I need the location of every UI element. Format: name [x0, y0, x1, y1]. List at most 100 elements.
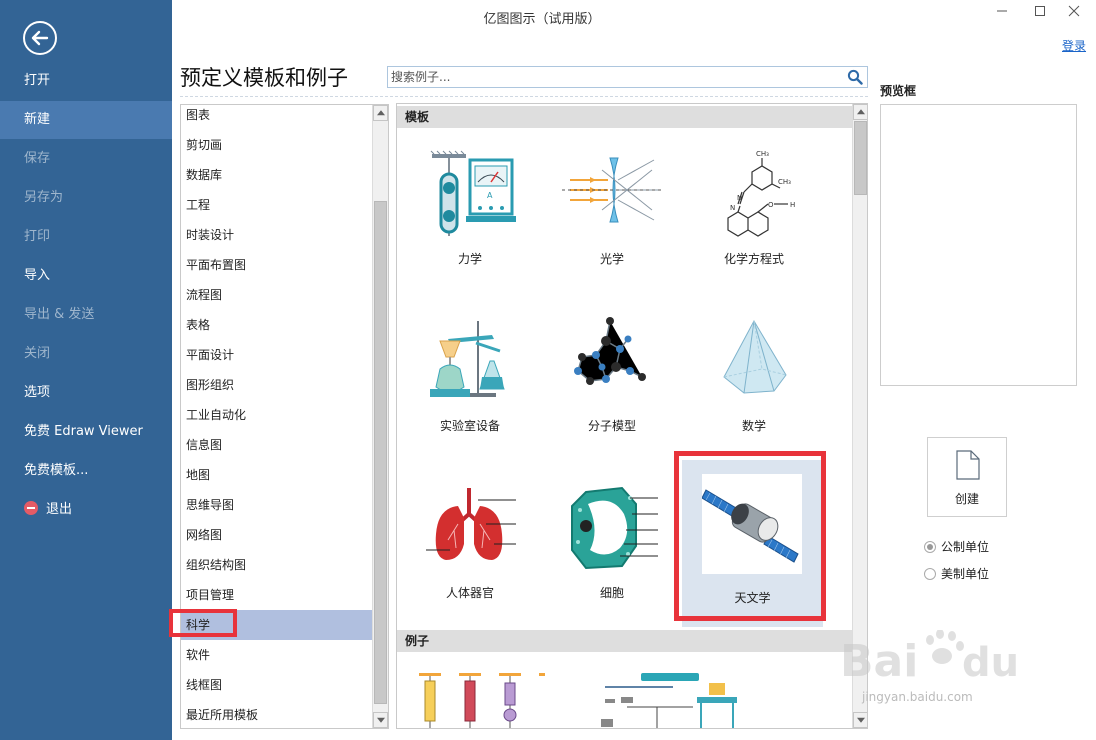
unit-metric-radio[interactable]: 公制单位 — [924, 538, 989, 555]
radio-label: 美制单位 — [941, 567, 990, 581]
template-tile-chemical-equation[interactable]: CH₃ CH₃ N N O H 化学方程式 — [689, 144, 819, 294]
scroll-up-arrow-icon[interactable] — [373, 105, 388, 121]
watermark-url: jingyan.baidu.com — [862, 690, 973, 704]
category-item[interactable]: 工业自动化 — [181, 400, 372, 430]
category-item[interactable]: 信息图 — [181, 430, 372, 460]
category-item[interactable]: 流程图 — [181, 280, 372, 310]
template-label: 细胞 — [599, 586, 624, 600]
scroll-thumb[interactable] — [854, 121, 867, 195]
template-tile-optics[interactable]: 光学 — [547, 144, 677, 294]
scroll-down-arrow-icon[interactable] — [853, 712, 867, 728]
page-title: 预定义模板和例子 — [180, 66, 348, 90]
category-item[interactable]: 最近所用模板 — [181, 700, 372, 728]
category-item[interactable]: 图表 — [181, 105, 372, 130]
preview-box — [880, 104, 1077, 386]
nav-print[interactable]: 打印 — [0, 218, 172, 256]
create-button[interactable]: 创建 — [927, 437, 1007, 517]
scroll-thumb[interactable] — [374, 201, 387, 704]
category-item[interactable]: 组织结构图 — [181, 550, 372, 580]
close-window-button[interactable] — [1062, 4, 1086, 24]
minimize-icon — [997, 10, 1007, 12]
search-icon[interactable] — [847, 69, 863, 85]
unit-us-radio[interactable]: 美制单位 — [924, 565, 989, 582]
svg-text:H: H — [790, 201, 795, 209]
nav-free-templates[interactable]: 免费模板... — [0, 452, 172, 490]
molecular-model-icon — [574, 317, 646, 385]
nav-exit[interactable]: 退出 — [0, 491, 172, 529]
category-item[interactable]: 工程 — [181, 190, 372, 220]
nav-save-as[interactable]: 另存为 — [0, 179, 172, 217]
window-title: 亿图图示（试用版） — [483, 12, 601, 27]
template-tile-lab-equipment[interactable]: 实验室设备 — [405, 311, 535, 461]
back-arrow-icon — [31, 30, 49, 46]
svg-text:Bai: Bai — [840, 636, 918, 687]
category-item[interactable]: 线框图 — [181, 670, 372, 700]
maximize-button[interactable] — [1028, 4, 1052, 24]
category-scrollbar[interactable] — [372, 105, 388, 728]
category-item[interactable]: 数据库 — [181, 160, 372, 190]
nav-free-viewer[interactable]: 免费 Edraw Viewer — [0, 413, 172, 451]
template-label: 光学 — [599, 252, 624, 266]
nav-import[interactable]: 导入 — [0, 257, 172, 295]
category-item[interactable]: 平面设计 — [181, 340, 372, 370]
template-label: 化学方程式 — [723, 252, 784, 266]
baidu-watermark-logo: Bai du — [840, 630, 1019, 687]
scroll-down-arrow-icon[interactable] — [373, 712, 388, 728]
category-item[interactable]: 思维导图 — [181, 490, 372, 520]
category-item[interactable]: 表格 — [181, 310, 372, 340]
divider — [180, 96, 868, 97]
nav-open[interactable]: 打开 — [0, 62, 172, 100]
back-button[interactable] — [23, 21, 57, 55]
category-item[interactable]: 地图 — [181, 460, 372, 490]
radio-unselected-icon — [924, 568, 936, 580]
template-label: 人体器官 — [445, 586, 494, 600]
svg-text:O: O — [768, 201, 774, 209]
highlight-box-category — [169, 609, 237, 637]
minimize-button[interactable] — [990, 4, 1014, 24]
radio-selected-icon — [924, 541, 936, 553]
template-tile-mechanics[interactable]: A 力学 — [405, 144, 535, 294]
chemical-structure-icon: CH₃ CH₃ N N O H — [727, 150, 795, 237]
template-label: 实验室设备 — [439, 419, 500, 433]
svg-text:du: du — [962, 640, 1019, 686]
nav-save[interactable]: 保存 — [0, 140, 172, 178]
template-tile-cell[interactable]: 细胞 — [547, 478, 677, 628]
category-item[interactable]: 时装设计 — [181, 220, 372, 250]
optics-icon — [562, 157, 662, 223]
svg-text:A: A — [487, 191, 493, 200]
login-link[interactable]: 登录 — [1062, 37, 1086, 54]
lab-equipment-icon — [430, 321, 505, 397]
template-tile-human-organs[interactable]: 人体器官 — [405, 478, 535, 628]
template-tile-molecular-model[interactable]: 分子模型 — [547, 311, 677, 461]
category-item[interactable]: 项目管理 — [181, 580, 372, 610]
svg-text:N: N — [737, 194, 742, 202]
search-box — [387, 66, 868, 88]
search-input[interactable] — [388, 67, 828, 87]
preview-label: 预览框 — [880, 84, 917, 98]
svg-text:CH₃: CH₃ — [778, 178, 791, 186]
template-gallery: 模板 A 力学 光学 CH₃ CH₃ N N O H 化学方程式 实验室设备 分… — [396, 103, 868, 729]
category-item[interactable]: 剪切画 — [181, 130, 372, 160]
nav-options[interactable]: 选项 — [0, 374, 172, 412]
template-label: 分子模型 — [587, 419, 636, 433]
category-item[interactable]: 图形组织 — [181, 370, 372, 400]
svg-text:CH₃: CH₃ — [756, 150, 769, 158]
mechanics-icon: A — [430, 150, 516, 236]
lungs-icon — [426, 488, 516, 560]
exit-icon — [24, 501, 38, 515]
app-window: 打开 新建 保存 另存为 打印 导入 导出 & 发送 关闭 选项 免费 Edra… — [0, 0, 1096, 740]
nav-export-send[interactable]: 导出 & 发送 — [0, 296, 172, 334]
template-tile-math[interactable]: 数学 — [689, 311, 819, 461]
maximize-icon — [1035, 6, 1045, 16]
scroll-up-arrow-icon[interactable] — [853, 104, 867, 120]
nav-exit-label: 退出 — [46, 502, 73, 517]
category-item[interactable]: 平面布置图 — [181, 250, 372, 280]
category-item[interactable]: 网络图 — [181, 520, 372, 550]
category-item[interactable]: 软件 — [181, 640, 372, 670]
nav-close[interactable]: 关闭 — [0, 335, 172, 373]
example-thumbnail-mechanics[interactable] — [415, 671, 545, 729]
example-thumbnail-lab-experiment[interactable] — [597, 671, 747, 729]
radio-label: 公制单位 — [941, 540, 990, 554]
nav-new[interactable]: 新建 — [0, 101, 172, 139]
left-nav-panel: 打开 新建 保存 另存为 打印 导入 导出 & 发送 关闭 选项 免费 Edra… — [0, 0, 172, 740]
